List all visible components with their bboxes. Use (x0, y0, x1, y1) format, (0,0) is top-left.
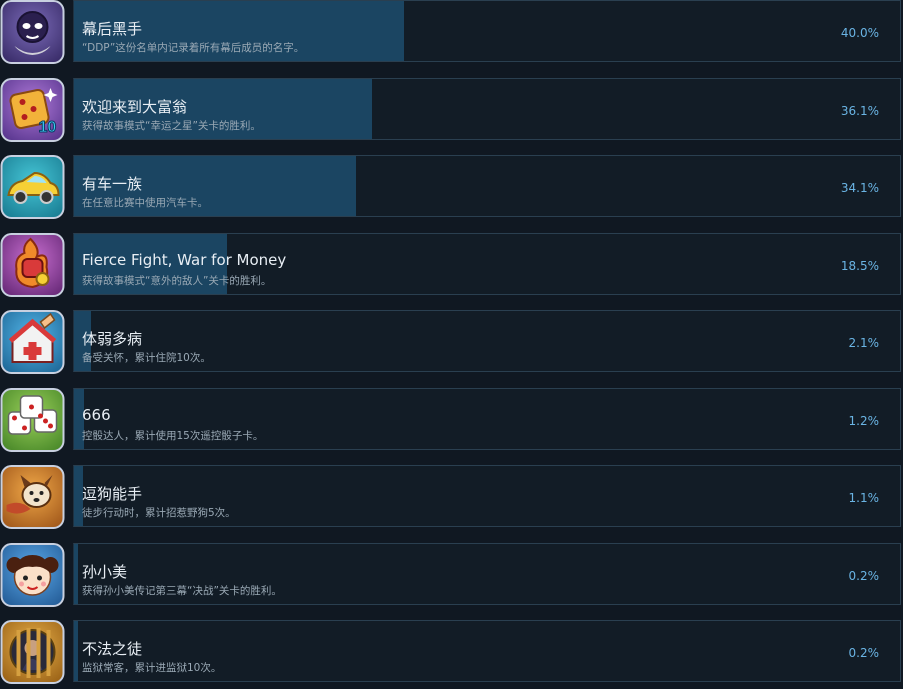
achievement-percent: 0.2% (848, 646, 880, 660)
achievement-panel: 666 控骰达人，累计使用15次遥控骰子卡。 1.2% (73, 388, 901, 450)
achievement-name: 幕后黑手 (82, 20, 143, 38)
achievement-row: 666 控骰达人，累计使用15次遥控骰子卡。 1.2% (0, 388, 903, 452)
achievement-name: 666 (82, 406, 111, 424)
achievement-panel: 不法之徒 监狱常客，累计进监狱10次。 0.2% (73, 620, 901, 682)
dog-icon-graphic (0, 465, 65, 529)
achievement-name: Fierce Fight, War for Money (82, 251, 287, 269)
girl-face-icon-graphic (0, 543, 65, 607)
achievement-percent: 0.2% (848, 569, 880, 583)
achievement-description: 控骰达人，累计使用15次遥控骰子卡。 (82, 430, 264, 442)
achievement-percent: 40.0% (840, 26, 879, 40)
achievement-panel: 体弱多病 备受关怀，累计住院10次。 2.1% (73, 310, 901, 372)
hospital-icon (0, 310, 65, 374)
achievement-description: 在任意比赛中使用汽车卡。 (82, 197, 208, 209)
achievement-row: 10 欢迎来到大富翁 获得故事模式“幸运之星”关卡的胜利。 36.1% (0, 78, 903, 142)
achievement-panel: 逗狗能手 徒步行动时，累计招惹野狗5次。 1.1% (73, 465, 901, 527)
svg-text:10: 10 (39, 119, 57, 136)
achievement-panel: 有车一族 在任意比赛中使用汽车卡。 34.1% (73, 155, 901, 217)
achievement-panel: 欢迎来到大富翁 获得故事模式“幸运之星”关卡的胜利。 36.1% (73, 78, 901, 140)
achievement-name: 有车一族 (82, 175, 143, 193)
three-dice-icon-graphic (0, 388, 65, 452)
yellow-car-icon (0, 155, 65, 219)
achievement-percent: 1.1% (848, 491, 880, 505)
achievement-panel: 孙小美 获得孙小美传记第三幕“决战”关卡的胜利。 0.2% (73, 543, 901, 605)
flaming-fist-icon (0, 233, 65, 297)
achievement-name: 欢迎来到大富翁 (82, 98, 188, 116)
achievement-description: “DDP”这份名单内记录着所有幕后成员的名字。 (82, 42, 305, 54)
flaming-fist-icon-graphic (0, 233, 65, 297)
dice-ten-icon-graphic: 10 (0, 78, 65, 142)
achievement-list: 幕后黑手 “DDP”这份名单内记录着所有幕后成员的名字。 40.0% 10 欢迎… (0, 0, 903, 689)
achievement-description: 获得孙小美传记第三幕“决战”关卡的胜利。 (82, 585, 282, 597)
achievement-percent: 1.2% (848, 414, 880, 428)
purple-ghost-icon-graphic (0, 0, 65, 64)
achievement-description: 监狱常客，累计进监狱10次。 (82, 662, 222, 674)
dice-ten-icon: 10 (0, 78, 65, 142)
achievement-row: 体弱多病 备受关怀，累计住院10次。 2.1% (0, 310, 903, 374)
achievement-row: 幕后黑手 “DDP”这份名单内记录着所有幕后成员的名字。 40.0% (0, 0, 903, 64)
achievement-row: 孙小美 获得孙小美传记第三幕“决战”关卡的胜利。 0.2% (0, 543, 903, 607)
achievement-description: 获得故事模式“意外的敌人”关卡的胜利。 (82, 275, 272, 287)
progress-bar (74, 544, 78, 604)
progress-bar (74, 621, 78, 681)
hospital-icon-graphic (0, 310, 65, 374)
dog-icon (0, 465, 65, 529)
achievement-description: 备受关怀，累计住院10次。 (82, 352, 211, 364)
achievement-percent: 2.1% (848, 336, 880, 350)
three-dice-icon (0, 388, 65, 452)
girl-face-icon (0, 543, 65, 607)
achievement-name: 逗狗能手 (82, 485, 143, 503)
achievement-name: 不法之徒 (82, 640, 143, 658)
achievement-row: Fierce Fight, War for Money 获得故事模式“意外的敌人… (0, 233, 903, 297)
yellow-car-icon-graphic (0, 155, 65, 219)
achievement-name: 体弱多病 (82, 330, 143, 348)
achievement-name: 孙小美 (82, 563, 128, 581)
achievement-percent: 34.1% (840, 181, 879, 195)
achievement-description: 获得故事模式“幸运之星”关卡的胜利。 (82, 120, 261, 132)
achievement-percent: 18.5% (840, 259, 879, 273)
achievement-description: 徒步行动时，累计招惹野狗5次。 (82, 507, 236, 519)
achievement-row: 不法之徒 监狱常客，累计进监狱10次。 0.2% (0, 620, 903, 684)
achievement-panel: Fierce Fight, War for Money 获得故事模式“意外的敌人… (73, 233, 901, 295)
achievement-row: 有车一族 在任意比赛中使用汽车卡。 34.1% (0, 155, 903, 219)
purple-ghost-icon (0, 0, 65, 64)
achievement-percent: 36.1% (840, 104, 879, 118)
achievement-panel: 幕后黑手 “DDP”这份名单内记录着所有幕后成员的名字。 40.0% (73, 0, 901, 62)
prisoner-icon-graphic (0, 620, 65, 684)
achievement-row: 逗狗能手 徒步行动时，累计招惹野狗5次。 1.1% (0, 465, 903, 529)
prisoner-icon (0, 620, 65, 684)
